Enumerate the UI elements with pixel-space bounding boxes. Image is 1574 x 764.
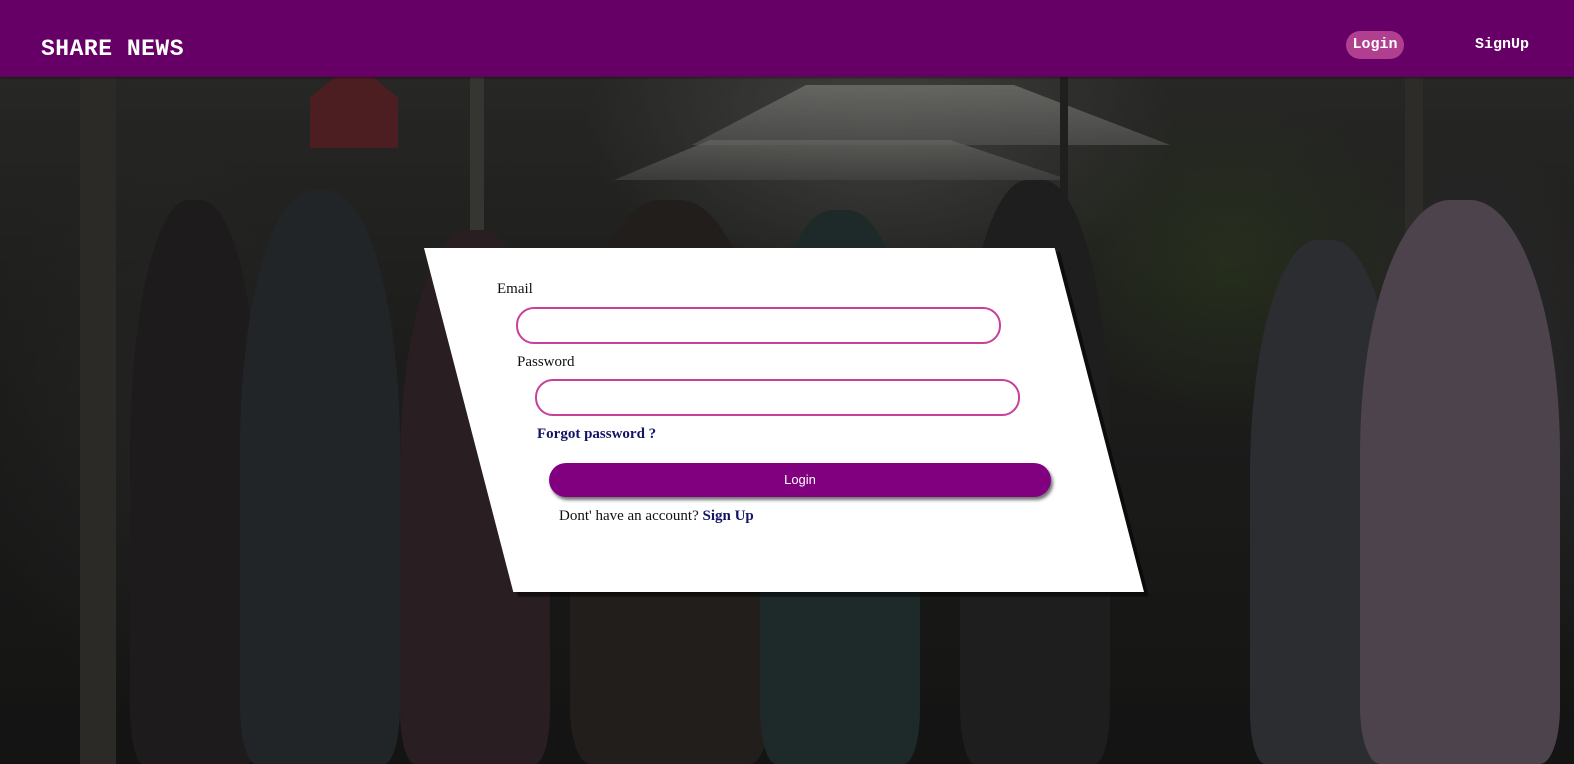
nav-login-button[interactable]: Login (1346, 31, 1404, 59)
password-label: Password (517, 354, 575, 370)
nav-signup-link[interactable]: SignUp (1470, 31, 1534, 59)
login-submit-button[interactable]: Login (549, 463, 1051, 497)
password-field[interactable] (535, 379, 1020, 416)
top-navbar: SHARE NEWS Login SignUp (0, 0, 1574, 77)
signup-prompt: Dont' have an account? Sign Up (559, 508, 754, 525)
no-account-text: Dont' have an account? (559, 508, 699, 524)
forgot-password-link[interactable]: Forgot password ? (537, 426, 656, 443)
email-label: Email (497, 281, 533, 297)
email-field[interactable] (516, 307, 1001, 344)
signup-link[interactable]: Sign Up (702, 508, 753, 524)
brand-logo[interactable]: SHARE NEWS (41, 35, 184, 63)
login-card (424, 248, 1144, 592)
